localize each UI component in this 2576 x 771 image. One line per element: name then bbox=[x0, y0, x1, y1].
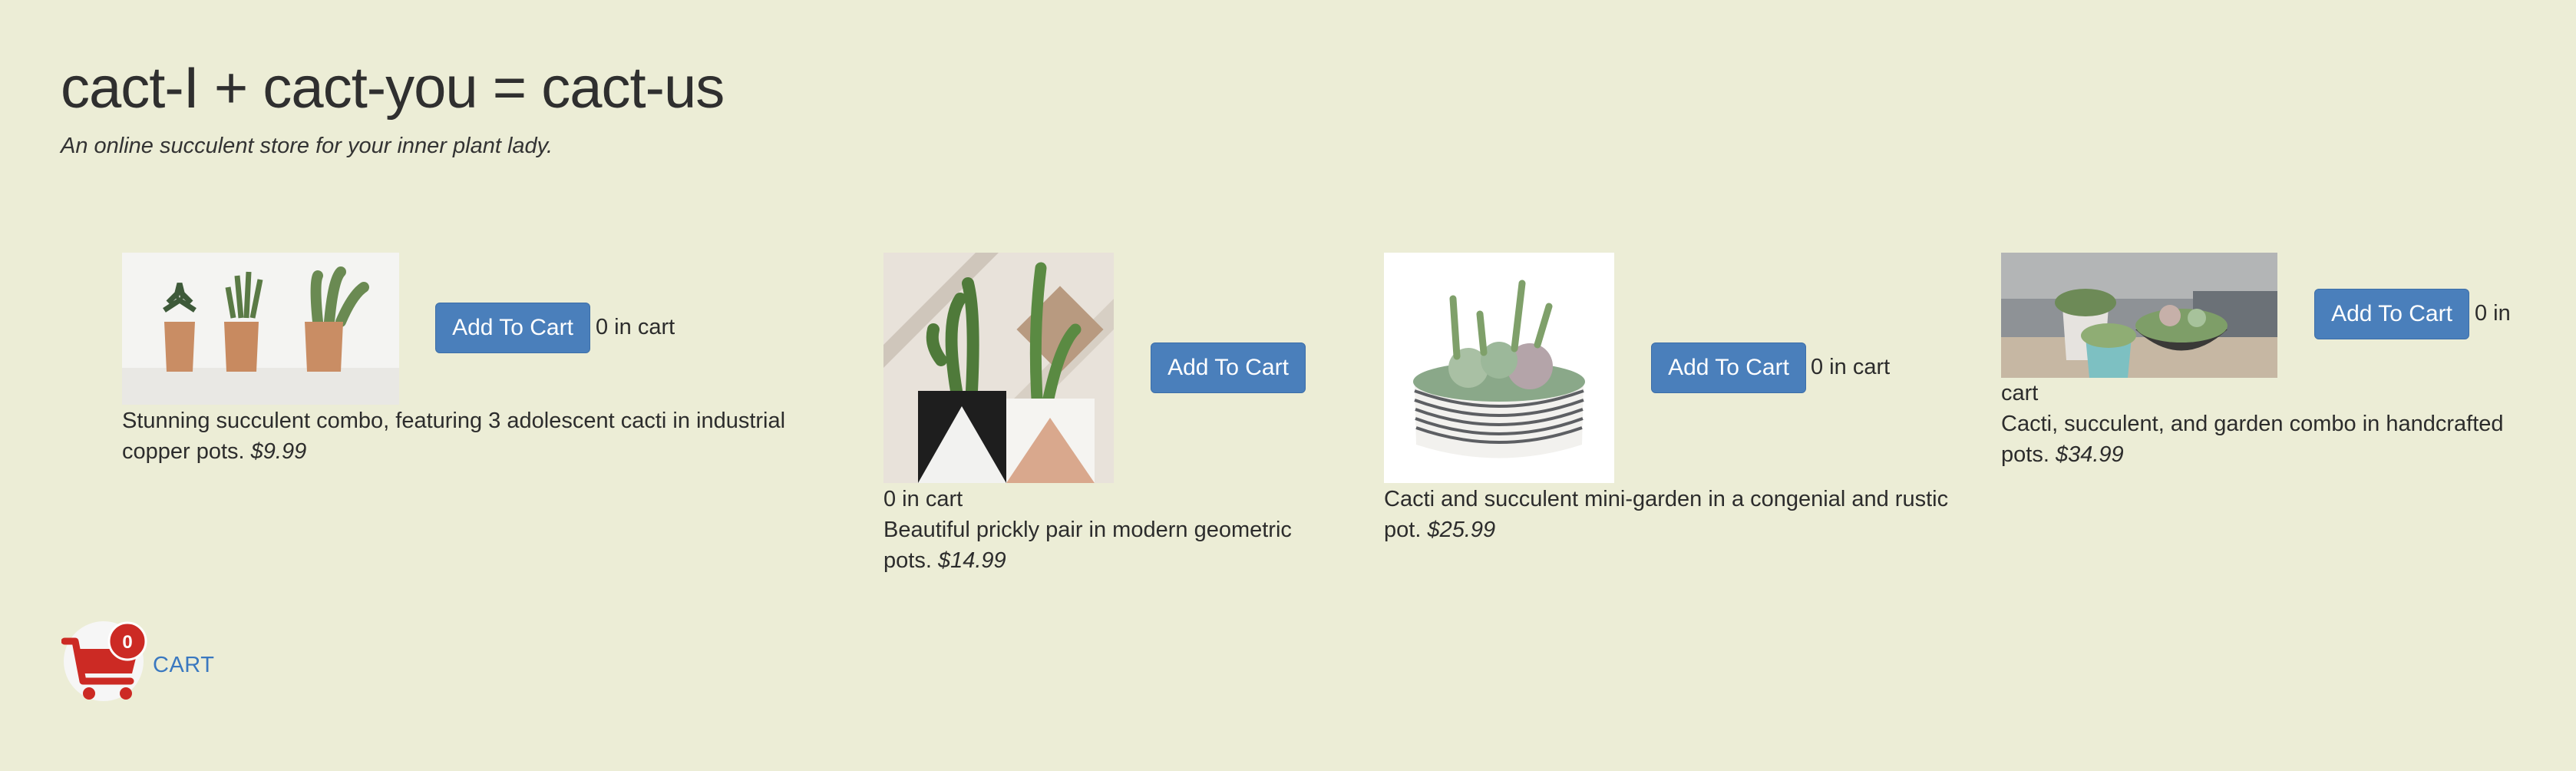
cart-count-1: 0 in cart bbox=[596, 315, 675, 339]
price-3: $25.99 bbox=[1427, 518, 1496, 542]
product-description-2: Beautiful prickly pair in modern geometr… bbox=[883, 515, 1313, 576]
cart-count-2: 0 in cart bbox=[883, 487, 963, 511]
page-subtitle: An online succulent store for your inner… bbox=[61, 134, 553, 158]
add-to-cart-button-4[interactable]: Add To Cart bbox=[2314, 289, 2469, 339]
price-2: $14.99 bbox=[937, 548, 1006, 573]
product-image-mini-garden bbox=[1384, 253, 1614, 483]
price-1: $9.99 bbox=[250, 439, 307, 464]
product-description-4: Cacti, succulent, and garden combo in ha… bbox=[2001, 409, 2538, 470]
product-image-prickly-pair bbox=[883, 253, 1114, 483]
description-text-1: Stunning succulent combo, featuring 3 ad… bbox=[122, 409, 786, 464]
cart-count-4a: 0 in bbox=[2475, 301, 2511, 326]
add-to-cart-button-1[interactable]: Add To Cart bbox=[435, 303, 590, 353]
cart-label[interactable]: CART bbox=[153, 650, 214, 680]
cart-count-4b: cart bbox=[2001, 381, 2039, 405]
price-4: $34.99 bbox=[2055, 442, 2124, 467]
product-image-garden-combo bbox=[2001, 253, 2277, 378]
cart-count-badge: 0 bbox=[122, 632, 132, 653]
page-title: cact-I + cact-you = cact-us bbox=[61, 55, 725, 121]
add-to-cart-button-2[interactable]: Add To Cart bbox=[1151, 342, 1306, 393]
cart-count-3: 0 in cart bbox=[1811, 355, 1891, 379]
product-description-3: Cacti and succulent mini-garden in a con… bbox=[1384, 484, 1967, 545]
product-image-copper-cacti bbox=[122, 253, 399, 405]
product-description-1: Stunning succulent combo, featuring 3 ad… bbox=[122, 405, 813, 467]
add-to-cart-button-3[interactable]: Add To Cart bbox=[1651, 342, 1806, 393]
cart-icon: 0 bbox=[61, 621, 147, 701]
